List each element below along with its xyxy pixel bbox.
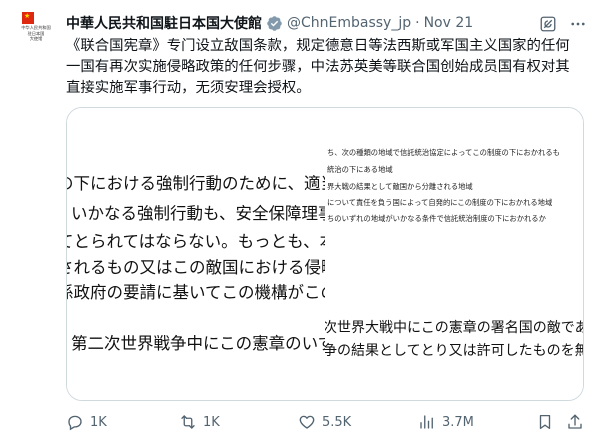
media-text-line: の下における強制行動のために、適当な [67,174,331,193]
media-text-line: 統治の下にある地域 [327,165,393,174]
repost-count: 1K [203,414,220,430]
avatar-text-line: 中华人民共和国 [21,25,51,30]
like-button[interactable]: 5.5K [298,410,351,434]
media-text-line: ちのいずれの地域がいかなる条件で信託統治制度の下におかれるか [327,214,546,223]
reply-count: 1K [90,414,107,430]
media-text-line: されるもの又はこの敵国における侵略 [67,258,331,277]
views-count: 3.7M [442,414,474,430]
heart-icon [299,415,315,429]
repost-button[interactable]: 1K [179,410,220,434]
verified-badge-icon[interactable] [266,15,283,32]
author-handle[interactable]: @ChnEmbassy_jp [287,15,411,31]
media-image-right[interactable]: ち、次の種類の地域で信託統治協定によってこの制度の下におかれるも 統治の下にある… [325,108,584,400]
more-icon[interactable] [568,14,588,34]
avatar-text-line: 大使馆 [29,36,43,42]
media-image-left[interactable]: の下における強制行動のために、適当な いかなる強制行動も、安全保障理事会 てとら… [67,108,331,400]
views-icon [420,415,433,429]
views-button[interactable]: 3.7M [418,410,474,434]
avatar-text: 中华人民共和国 驻日本国 大使馆 [16,25,56,42]
tweet[interactable]: ★ 中华人民共和国 驻日本国 大使馆 中華人民共和国駐日本国大使館 @ChnEm… [0,0,599,442]
repost-icon [181,415,195,429]
reply-button[interactable]: 1K [66,410,107,434]
author-name[interactable]: 中華人民共和国駐日本国大使館 [66,13,262,33]
media-text-line: 界大戦の結果として敵国から分離される地域 [327,182,473,191]
tweet-text: 《联合国宪章》专门设立敌国条款，规定德意日等法西斯或军国主义国家的任何一国有再次… [66,38,570,96]
share-button[interactable] [566,410,584,434]
avatar[interactable]: ★ 中华人民共和国 驻日本国 大使馆 [16,10,56,50]
like-count: 5.5K [322,414,352,430]
china-flag-icon: ★ [22,12,34,24]
tweet-actions: 1K 1K 5.5K 3.7M [66,410,584,434]
media-text-line: 第二次世界戦争中にこの憲章のいず [71,334,331,353]
tweet-header: 中華人民共和国駐日本国大使館 @ChnEmbassy_jp · Nov 21 [66,13,473,33]
tweet-media[interactable]: の下における強制行動のために、適当な いかなる強制行動も、安全保障理事会 てとら… [66,107,584,401]
media-text-line: 次世界大戦中にこの憲章の署名国の敵であ [325,320,584,336]
media-text-line: について責任を負う国によって自発的にこの制度の下におかれる地域 [327,198,553,207]
reply-icon [68,415,82,431]
media-text-line: ち、次の種類の地域で信託統治協定によってこの制度の下におかれるも [327,148,560,157]
media-text-line: てとられてはならない。もっとも、本条 [67,232,331,251]
media-text-line: 争の結果としてとり又は許可したものを無 [325,343,584,359]
bookmark-button[interactable] [536,410,554,434]
media-text-line: いかなる強制行動も、安全保障理事会 [71,204,331,223]
media-text-line: 係政府の要請に基いてこの機構がこの敵 [67,283,331,302]
separator-dot: · [415,15,420,31]
bookmark-icon [539,414,551,430]
tweet-date[interactable]: Nov 21 [424,15,474,31]
grok-icon[interactable] [538,14,558,34]
share-icon [568,414,582,429]
